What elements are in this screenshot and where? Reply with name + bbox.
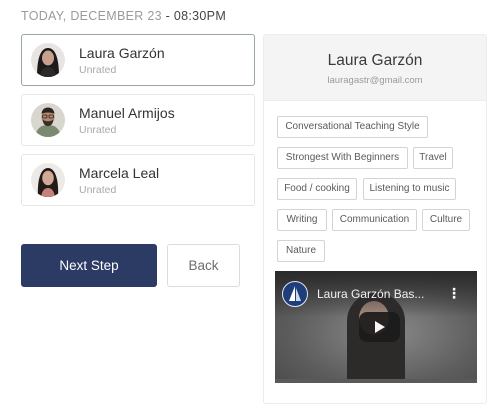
tutor-profile-panel: Laura Garzón lauragastr@gmail.com Conver… — [263, 34, 487, 404]
tag-chip[interactable]: Conversational Teaching Style — [277, 116, 428, 138]
date-separator: - — [165, 9, 171, 23]
profile-name: Laura Garzón — [327, 52, 423, 69]
tutor-name: Manuel Armijos — [79, 104, 175, 121]
tutor-photo-icon — [31, 103, 65, 137]
play-icon — [375, 321, 385, 333]
tag-chip[interactable]: Listening to music — [363, 178, 456, 200]
intro-video-player[interactable]: Laura Garzón Bas... ⋮ — [275, 271, 477, 383]
tutor-photo-icon — [31, 43, 65, 77]
channel-logo-icon[interactable] — [282, 281, 308, 307]
tutor-rating-status: Unrated — [79, 183, 117, 196]
tutor-photo-icon — [31, 163, 65, 197]
more-vertical-icon[interactable]: ⋮ — [447, 286, 461, 300]
avatar — [31, 163, 65, 197]
session-date: TODAY, DECEMBER 23 — [21, 9, 162, 23]
session-time: 08:30PM — [173, 9, 227, 23]
tag-chip[interactable]: Food / cooking — [277, 178, 357, 200]
tutor-card-laura[interactable]: Laura Garzón Unrated — [21, 34, 255, 86]
video-title[interactable]: Laura Garzón Bas... — [317, 287, 424, 301]
profile-header: Laura Garzón lauragastr@gmail.com — [264, 35, 486, 101]
tag-chip[interactable]: Strongest With Beginners — [277, 147, 408, 169]
tutor-rating-status: Unrated — [79, 123, 117, 136]
play-button[interactable] — [359, 312, 400, 342]
tag-chip[interactable]: Nature — [277, 240, 325, 262]
video-progress-track[interactable] — [275, 379, 477, 383]
tutor-card-marcela[interactable]: Marcela Leal Unrated — [21, 154, 255, 206]
tutor-name: Marcela Leal — [79, 164, 160, 181]
back-button[interactable]: Back — [167, 244, 240, 287]
tag-chip[interactable]: Communication — [332, 209, 417, 231]
next-step-button[interactable]: Next Step — [21, 244, 157, 287]
avatar — [31, 43, 65, 77]
avatar — [31, 103, 65, 137]
tutor-card-manuel[interactable]: Manuel Armijos Unrated — [21, 94, 255, 146]
tag-chip[interactable]: Culture — [422, 209, 470, 231]
tag-chip[interactable]: Writing — [277, 209, 327, 231]
tutor-name: Laura Garzón — [79, 44, 165, 61]
tutor-rating-status: Unrated — [79, 63, 117, 76]
session-date-header: TODAY, DECEMBER 23 - 08:30PM — [21, 9, 226, 23]
tag-chip[interactable]: Travel — [413, 147, 453, 169]
profile-email: lauragastr@gmail.com — [327, 75, 423, 86]
